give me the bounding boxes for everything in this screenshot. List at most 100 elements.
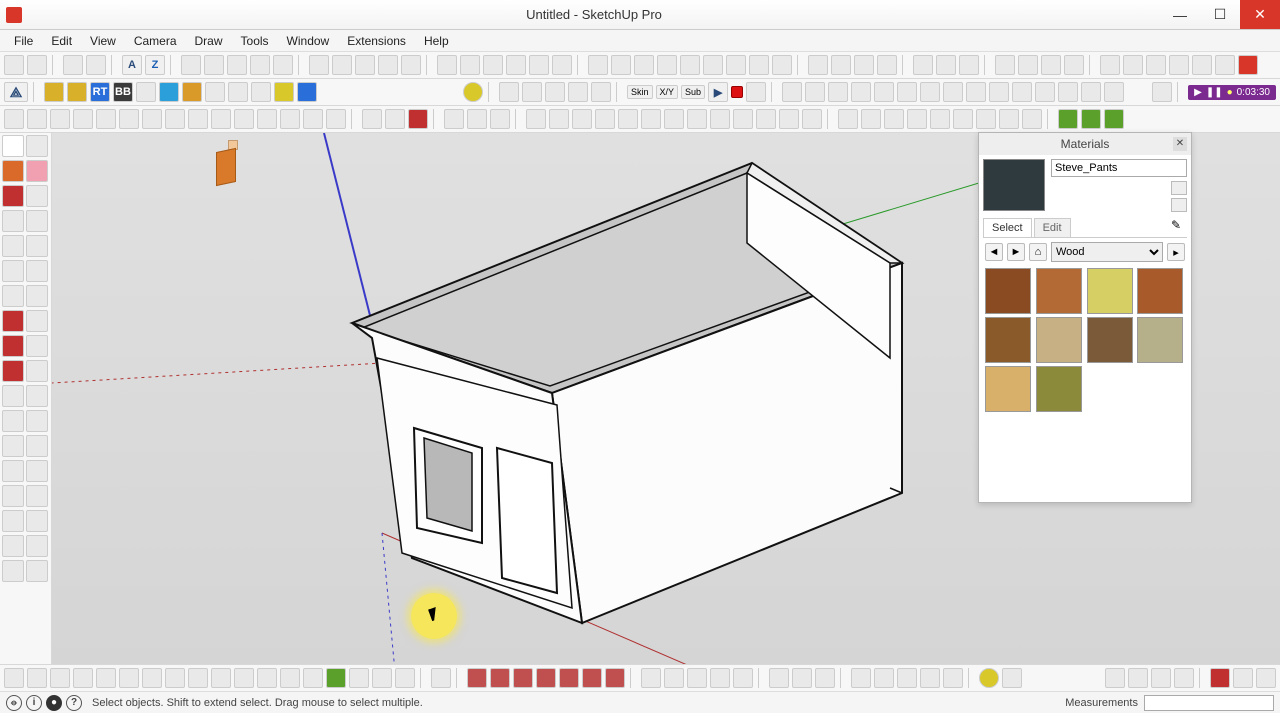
- tool-icon[interactable]: [1174, 668, 1194, 688]
- tool-icon[interactable]: [572, 109, 592, 129]
- tool-icon[interactable]: [545, 82, 565, 102]
- tool-icon[interactable]: [1215, 55, 1235, 75]
- material-thumb[interactable]: [985, 366, 1031, 412]
- skin-button[interactable]: Skin: [627, 85, 653, 99]
- tool-icon[interactable]: [188, 109, 208, 129]
- tool-icon[interactable]: [2, 510, 24, 532]
- tool-icon[interactable]: [257, 668, 277, 688]
- tool-icon[interactable]: [165, 109, 185, 129]
- tool-icon[interactable]: [1041, 55, 1061, 75]
- tool-icon[interactable]: [444, 109, 464, 129]
- tool-icon[interactable]: [966, 82, 986, 102]
- tool-icon[interactable]: [165, 668, 185, 688]
- tool-icon[interactable]: [782, 82, 802, 102]
- create-material-icon[interactable]: [1171, 181, 1187, 195]
- tool-icon[interactable]: [378, 55, 398, 75]
- tool-icon[interactable]: [181, 55, 201, 75]
- tool-icon[interactable]: [733, 109, 753, 129]
- tool-icon[interactable]: [1022, 109, 1042, 129]
- material-thumb[interactable]: [1087, 268, 1133, 314]
- tool-icon[interactable]: [884, 109, 904, 129]
- tool-icon[interactable]: [119, 109, 139, 129]
- tool-icon[interactable]: [536, 668, 556, 688]
- tool-icon[interactable]: [1210, 668, 1230, 688]
- tool-icon[interactable]: [568, 82, 588, 102]
- tool-icon[interactable]: [188, 668, 208, 688]
- tool-icon[interactable]: [274, 82, 294, 102]
- rotate-tool-icon[interactable]: [2, 335, 24, 357]
- rt-icon[interactable]: RT: [90, 82, 110, 102]
- tool-icon[interactable]: [913, 55, 933, 75]
- tool-icon[interactable]: [506, 55, 526, 75]
- tool-icon[interactable]: [27, 55, 47, 75]
- tool-icon[interactable]: [362, 109, 382, 129]
- info-icon[interactable]: i: [26, 695, 42, 711]
- panel-close-icon[interactable]: ✕: [1173, 137, 1187, 151]
- tool-icon[interactable]: [26, 460, 48, 482]
- current-material-swatch[interactable]: [983, 159, 1045, 211]
- tool-icon[interactable]: [26, 185, 48, 207]
- tool-icon[interactable]: [733, 668, 753, 688]
- tool-icon[interactable]: [664, 109, 684, 129]
- tool-icon[interactable]: [159, 82, 179, 102]
- tool-icon[interactable]: [27, 109, 47, 129]
- tool-icon[interactable]: [4, 55, 24, 75]
- tool-icon[interactable]: [851, 82, 871, 102]
- tool-icon[interactable]: [703, 55, 723, 75]
- materials-panel[interactable]: Materials ✕ Select Edit ✎ ◄ ► ⌂ Wood ▸: [978, 132, 1192, 503]
- tool-icon[interactable]: [529, 55, 549, 75]
- tool-icon[interactable]: [26, 335, 48, 357]
- tool-icon[interactable]: [756, 109, 776, 129]
- bb-icon[interactable]: BB: [113, 82, 133, 102]
- tool-icon[interactable]: [26, 160, 48, 182]
- tool-icon[interactable]: [1058, 82, 1078, 102]
- tool-icon[interactable]: [920, 82, 940, 102]
- tool-icon[interactable]: [26, 260, 48, 282]
- tool-icon[interactable]: [303, 668, 323, 688]
- tool-icon[interactable]: [1081, 109, 1101, 129]
- tool-icon[interactable]: [395, 668, 415, 688]
- tool-icon[interactable]: [710, 668, 730, 688]
- material-thumb[interactable]: [1036, 366, 1082, 412]
- menu-edit[interactable]: Edit: [43, 32, 80, 50]
- tool-icon[interactable]: [303, 109, 323, 129]
- tool-icon[interactable]: [687, 668, 707, 688]
- tool-icon[interactable]: [877, 55, 897, 75]
- material-thumb[interactable]: [985, 317, 1031, 363]
- tool-icon[interactable]: [372, 668, 392, 688]
- tool-icon[interactable]: [26, 310, 48, 332]
- tool-icon[interactable]: [618, 109, 638, 129]
- play-icon[interactable]: ▶: [708, 82, 728, 102]
- tool-icon[interactable]: [2, 435, 24, 457]
- tool-icon[interactable]: [408, 109, 428, 129]
- tool-icon[interactable]: [1081, 82, 1101, 102]
- eraser-tool-icon[interactable]: [2, 160, 24, 182]
- tool-icon[interactable]: [142, 668, 162, 688]
- material-thumb[interactable]: [1137, 268, 1183, 314]
- arc-tool-icon[interactable]: [2, 260, 24, 282]
- pencil-tool-icon[interactable]: [2, 185, 24, 207]
- letter-a-icon[interactable]: A: [122, 55, 142, 75]
- tool-icon[interactable]: [1104, 82, 1124, 102]
- tool-icon[interactable]: [897, 82, 917, 102]
- tool-icon[interactable]: [26, 435, 48, 457]
- tool-icon[interactable]: [634, 55, 654, 75]
- material-thumb[interactable]: [1087, 317, 1133, 363]
- tool-icon[interactable]: [953, 109, 973, 129]
- tool-icon[interactable]: [44, 82, 64, 102]
- menu-file[interactable]: File: [6, 32, 41, 50]
- tool-icon[interactable]: [979, 668, 999, 688]
- material-thumb[interactable]: [1137, 317, 1183, 363]
- tool-icon[interactable]: [526, 109, 546, 129]
- menu-extensions[interactable]: Extensions: [339, 32, 414, 50]
- tool-icon[interactable]: [1035, 82, 1055, 102]
- tool-icon[interactable]: [234, 668, 254, 688]
- nav-back-icon[interactable]: ◄: [985, 243, 1003, 261]
- material-thumb[interactable]: [1036, 317, 1082, 363]
- tool-icon[interactable]: [50, 668, 70, 688]
- tool-icon[interactable]: [746, 82, 766, 102]
- tool-icon[interactable]: [326, 109, 346, 129]
- tool-icon[interactable]: [769, 668, 789, 688]
- tool-icon[interactable]: [897, 668, 917, 688]
- zoom-tool-icon[interactable]: [2, 485, 24, 507]
